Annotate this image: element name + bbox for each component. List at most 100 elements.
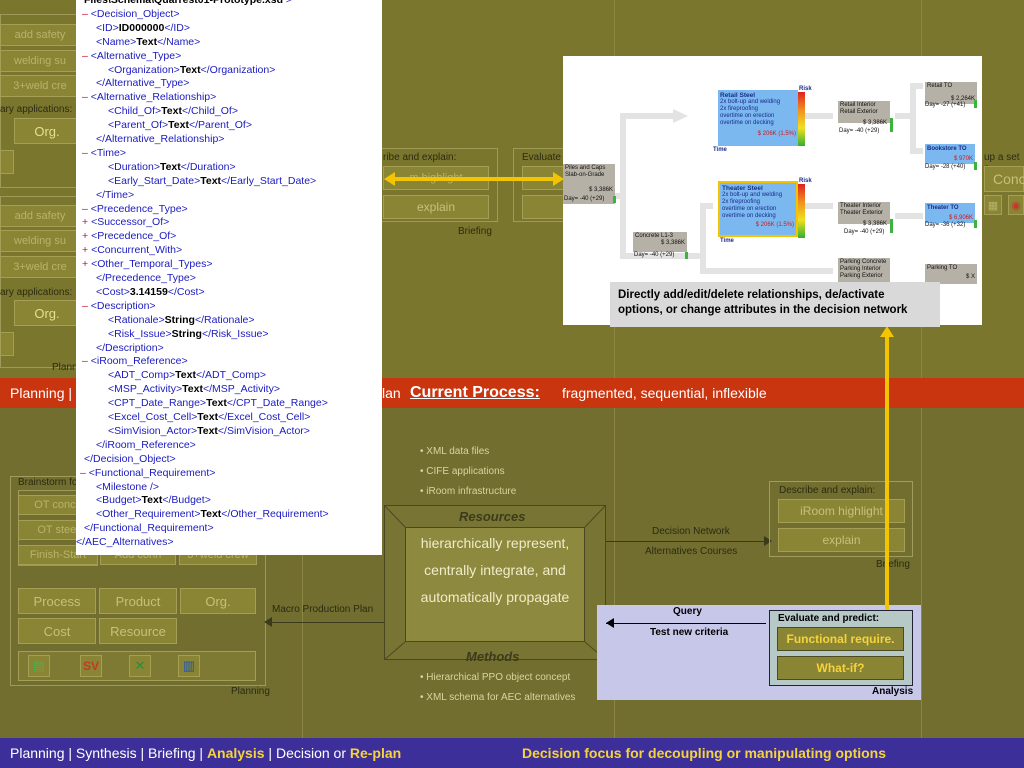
concept-button[interactable]: Conc <box>984 166 1024 192</box>
theater-line: 2x bolt-up and welding <box>722 192 783 198</box>
xml-line[interactable]: – <Decision_Object> <box>82 7 179 21</box>
theater-steel-node[interactable]: Theater Steel 2x bolt-up and welding 2x … <box>718 181 798 237</box>
theater-to-node[interactable]: Theater TO $ 6,906K <box>925 203 975 223</box>
xml-line[interactable]: + <Precedence_Of> <box>82 229 176 243</box>
excel-icon[interactable]: ✕ <box>129 655 151 677</box>
parking-to-node[interactable]: Parking TO $ X <box>925 264 977 284</box>
xml-line[interactable]: <Early_Start_Date>Text</Early_Start_Date… <box>108 174 316 188</box>
xml-line[interactable]: </AEC_Alternatives> <box>76 535 173 549</box>
xml-line[interactable]: – <Time> <box>82 146 126 160</box>
collapse-toggle[interactable]: – <box>82 8 91 20</box>
evaluate-button-top-2[interactable] <box>522 195 564 219</box>
xml-line[interactable]: <Milestone /> <box>96 480 159 494</box>
footer-briefing[interactable]: Briefing <box>148 745 195 761</box>
product-button[interactable]: Product <box>99 588 177 614</box>
collapse-toggle[interactable]: – <box>80 467 89 479</box>
xml-schema-panel[interactable]: Files\Schema\Quarrest01-Prototype.xsd > –… <box>76 0 382 555</box>
xml-line[interactable]: </Alternative_Type> <box>96 76 189 90</box>
xml-line[interactable]: <CPT_Date_Range>Text</CPT_Date_Range> <box>108 396 328 410</box>
process-button[interactable]: Process <box>18 588 96 614</box>
collapse-toggle[interactable]: – <box>82 50 91 62</box>
retail-steel-node[interactable]: Retail Steel 2x bolt-up and welding 2x f… <box>718 90 798 146</box>
bookstore-to-node[interactable]: Bookstore TO $ 970K <box>925 144 975 164</box>
collapse-toggle[interactable]: – <box>82 300 91 312</box>
collapse-toggle[interactable]: – <box>82 203 91 215</box>
resource-button[interactable]: Resource <box>99 618 177 644</box>
xml-line[interactable]: + <Other_Temporal_Types> <box>82 257 212 271</box>
theater-line: 2x fireproofing <box>722 199 761 205</box>
tool-icon-2[interactable]: ◉ <box>1008 195 1024 215</box>
xml-line[interactable]: <SimVision_Actor>Text</SimVision_Actor> <box>108 424 310 438</box>
concrete-node[interactable]: Concrete L1-3 $ 3,386K <box>633 232 687 252</box>
xml-line[interactable]: <ADT_Comp>Text</ADT_Comp> <box>108 368 266 382</box>
collapse-toggle[interactable]: – <box>82 355 91 367</box>
org-button-2[interactable]: Org. <box>14 300 80 326</box>
xml-line[interactable]: <Organization>Text</Organization> <box>108 63 275 77</box>
org-button[interactable]: Org. <box>14 118 80 144</box>
footer-replan[interactable]: Re-plan <box>350 745 401 761</box>
add-safety-button-2[interactable]: add safety <box>0 205 80 227</box>
xml-value: Text <box>197 411 219 423</box>
footer-analysis[interactable]: Analysis <box>207 745 265 761</box>
collapse-toggle[interactable]: – <box>82 91 91 103</box>
xml-line[interactable]: <MSP_Activity>Text</MSP_Activity> <box>108 382 280 396</box>
xml-line[interactable]: <Child_Of>Text</Child_Of> <box>108 104 238 118</box>
xml-line[interactable]: <Name>Text</Name> <box>96 35 200 49</box>
tool-icon[interactable]: ▦ <box>984 195 1002 215</box>
xml-line[interactable]: <Parent_Of>Text</Parent_Of> <box>108 118 252 132</box>
xml-line[interactable]: <ID>ID000000</ID> <box>96 21 190 35</box>
footer-synthesis[interactable]: Synthesis <box>76 745 137 761</box>
parking-node[interactable]: Parking Concrete Parking Interior Parkin… <box>838 258 890 282</box>
xml-line[interactable]: </Decision_Object> <box>84 452 176 466</box>
hidden-button[interactable] <box>0 150 14 174</box>
simvision-icon[interactable]: SV <box>80 655 102 677</box>
xml-line[interactable]: </Time> <box>96 188 134 202</box>
retail-to-node[interactable]: Retail TO $ 2,264K <box>925 82 977 104</box>
applications-label: ary applications: <box>0 104 73 115</box>
footer-decision[interactable]: Decision or <box>276 745 346 761</box>
xml-line[interactable]: – <iRoom_Reference> <box>82 354 188 368</box>
welding-button[interactable]: welding su <box>0 50 80 72</box>
parking-title: Parking Concrete <box>840 259 887 265</box>
xml-line[interactable]: </iRoom_Reference> <box>96 438 196 452</box>
functional-require-button[interactable]: Functional require. <box>777 627 904 651</box>
expand-toggle[interactable]: + <box>82 230 91 242</box>
xml-line[interactable]: <Excel_Cost_Cell>Text</Excel_Cost_Cell> <box>108 410 310 424</box>
xml-line[interactable]: – <Functional_Requirement> <box>80 466 215 480</box>
xml-line[interactable]: + <Successor_Of> <box>82 215 169 229</box>
xml-line[interactable]: – <Precedence_Type> <box>82 202 188 216</box>
expand-toggle[interactable]: + <box>82 216 91 228</box>
xml-line[interactable]: </Alternative_Relationship> <box>96 132 224 146</box>
xml-line[interactable]: </Functional_Requirement> <box>84 521 214 535</box>
xml-line[interactable]: </Description> <box>96 341 164 355</box>
expand-toggle[interactable]: + <box>82 244 91 256</box>
xml-line[interactable]: <Other_Requirement>Text</Other_Requireme… <box>96 507 329 521</box>
chart-icon[interactable]: ▥ <box>178 655 200 677</box>
xml-line[interactable]: </Precedence_Type> <box>96 271 196 285</box>
cost-button[interactable]: Cost <box>18 618 96 644</box>
xml-line[interactable]: <Rationale>String</Rationale> <box>108 313 255 327</box>
collapse-toggle[interactable]: – <box>82 147 91 159</box>
what-if-button[interactable]: What-if? <box>777 656 904 680</box>
add-safety-button[interactable]: add safety <box>0 24 80 46</box>
xml-line[interactable]: <Cost>3.14159</Cost> <box>96 285 205 299</box>
xml-line[interactable]: – <Alternative_Type> <box>82 49 181 63</box>
weld-crew-button[interactable]: 3+weld cre <box>0 75 80 97</box>
xml-line[interactable]: – <Description> <box>82 299 156 313</box>
xml-line[interactable]: <Duration>Text</Duration> <box>108 160 236 174</box>
theater-to-cost: $ 6,906K <box>948 215 973 221</box>
welding-button-2[interactable]: welding su <box>0 230 80 252</box>
explain-button-top[interactable]: explain <box>383 195 489 219</box>
xml-value: Text <box>168 119 189 132</box>
xml-line[interactable]: + <Concurrent_With> <box>82 243 182 257</box>
xml-line[interactable]: <Budget>Text</Budget> <box>96 493 211 507</box>
xml-line[interactable]: – <Alternative_Relationship> <box>82 90 216 104</box>
expand-toggle[interactable]: + <box>82 258 91 270</box>
org-lower-button[interactable]: Org. <box>180 588 256 614</box>
hidden-button-2[interactable] <box>0 332 14 356</box>
footer-planning[interactable]: Planning <box>10 745 65 761</box>
weld-crew-button-2[interactable]: 3+weld cre <box>0 256 80 278</box>
project-icon[interactable]: ▤ <box>28 655 50 677</box>
vertical-link-arrow <box>885 336 889 610</box>
xml-line[interactable]: <Risk_Issue>String</Risk_Issue> <box>108 327 269 341</box>
